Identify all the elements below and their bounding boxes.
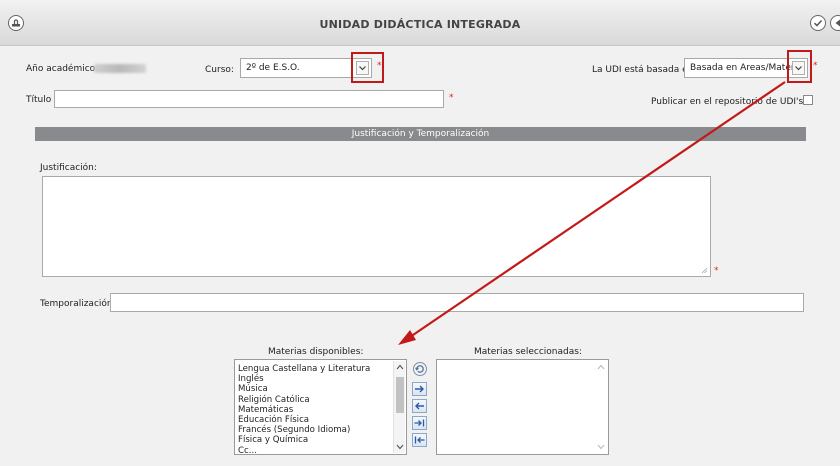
move-right-button[interactable]: [412, 382, 427, 396]
reset-icon[interactable]: [412, 361, 428, 377]
move-all-left-button[interactable]: [412, 433, 427, 447]
available-subjects-list[interactable]: Lengua Castellana y Literatura Inglés Mú…: [234, 359, 407, 456]
available-list-scrollbar[interactable]: [393, 361, 405, 453]
academic-year-value: [94, 64, 146, 73]
arrow-left-icon: [415, 402, 424, 410]
list-item[interactable]: Educación Física: [238, 415, 370, 425]
selected-subjects-list[interactable]: [436, 359, 609, 455]
justification-label: Justificación:: [40, 163, 97, 173]
course-required-mark: *: [377, 61, 382, 71]
arrow-right-icon: [415, 385, 424, 393]
list-item[interactable]: Inglés: [238, 374, 370, 384]
selected-list-scrollbar[interactable]: [595, 361, 607, 453]
udi-form: Año académico: Curso: 2º de E.S.O. * La …: [0, 46, 840, 466]
course-select-value: 2º de E.S.O.: [246, 63, 300, 73]
list-item[interactable]: Religión Católica: [238, 395, 370, 405]
timing-label: Temporalización:: [40, 299, 116, 309]
resize-grip-icon[interactable]: [701, 267, 708, 274]
list-item[interactable]: Francés (Segundo Idioma): [238, 425, 370, 435]
based-on-required-mark: *: [813, 61, 818, 71]
title-required-mark: *: [449, 93, 454, 103]
scroll-down-icon[interactable]: [597, 444, 605, 450]
section-header: Justificación y Temporalización: [35, 127, 806, 141]
move-all-right-button[interactable]: [412, 416, 427, 430]
list-item[interactable]: Cc...: [238, 446, 370, 456]
justification-required-mark: *: [714, 266, 719, 276]
list-item[interactable]: Física y Química: [238, 435, 370, 445]
double-arrow-left-icon: [414, 436, 425, 444]
timing-input[interactable]: [110, 293, 804, 312]
course-label: Curso:: [205, 65, 234, 75]
back-arrow-icon[interactable]: [830, 15, 840, 31]
list-item[interactable]: Lengua Castellana y Literatura: [238, 364, 370, 374]
academic-year-label: Año académico:: [26, 64, 99, 74]
check-circle-icon[interactable]: [810, 15, 826, 31]
available-subjects-items: Lengua Castellana y Literatura Inglés Mú…: [238, 364, 370, 456]
move-left-button[interactable]: [412, 399, 427, 413]
based-on-select-value: Basada en Áreas/Materias: [690, 63, 794, 73]
title-input[interactable]: [54, 90, 444, 108]
publish-label: Publicar en el repositorio de UDI's: [651, 97, 804, 107]
scroll-up-icon[interactable]: [597, 364, 605, 370]
based-on-label: La UDI está basada en:: [592, 65, 697, 75]
window-title: UNIDAD DIDÁCTICA INTEGRADA: [319, 18, 521, 31]
title-bar: UNIDAD DIDÁCTICA INTEGRADA: [0, 0, 840, 46]
selected-subjects-label: Materias seleccionadas:: [474, 347, 582, 357]
based-on-select-highlight: [787, 50, 812, 83]
title-label: Título: [26, 95, 52, 105]
double-arrow-right-icon: [414, 419, 425, 427]
publish-checkbox[interactable]: [803, 95, 813, 105]
scroll-thumb[interactable]: [396, 377, 404, 413]
list-item[interactable]: Música: [238, 384, 370, 394]
available-subjects-label: Materias disponibles:: [268, 347, 364, 357]
justification-textarea[interactable]: [42, 176, 711, 277]
scroll-down-icon[interactable]: [396, 444, 404, 450]
list-item[interactable]: Matemáticas: [238, 405, 370, 415]
scroll-up-icon[interactable]: [396, 364, 404, 370]
